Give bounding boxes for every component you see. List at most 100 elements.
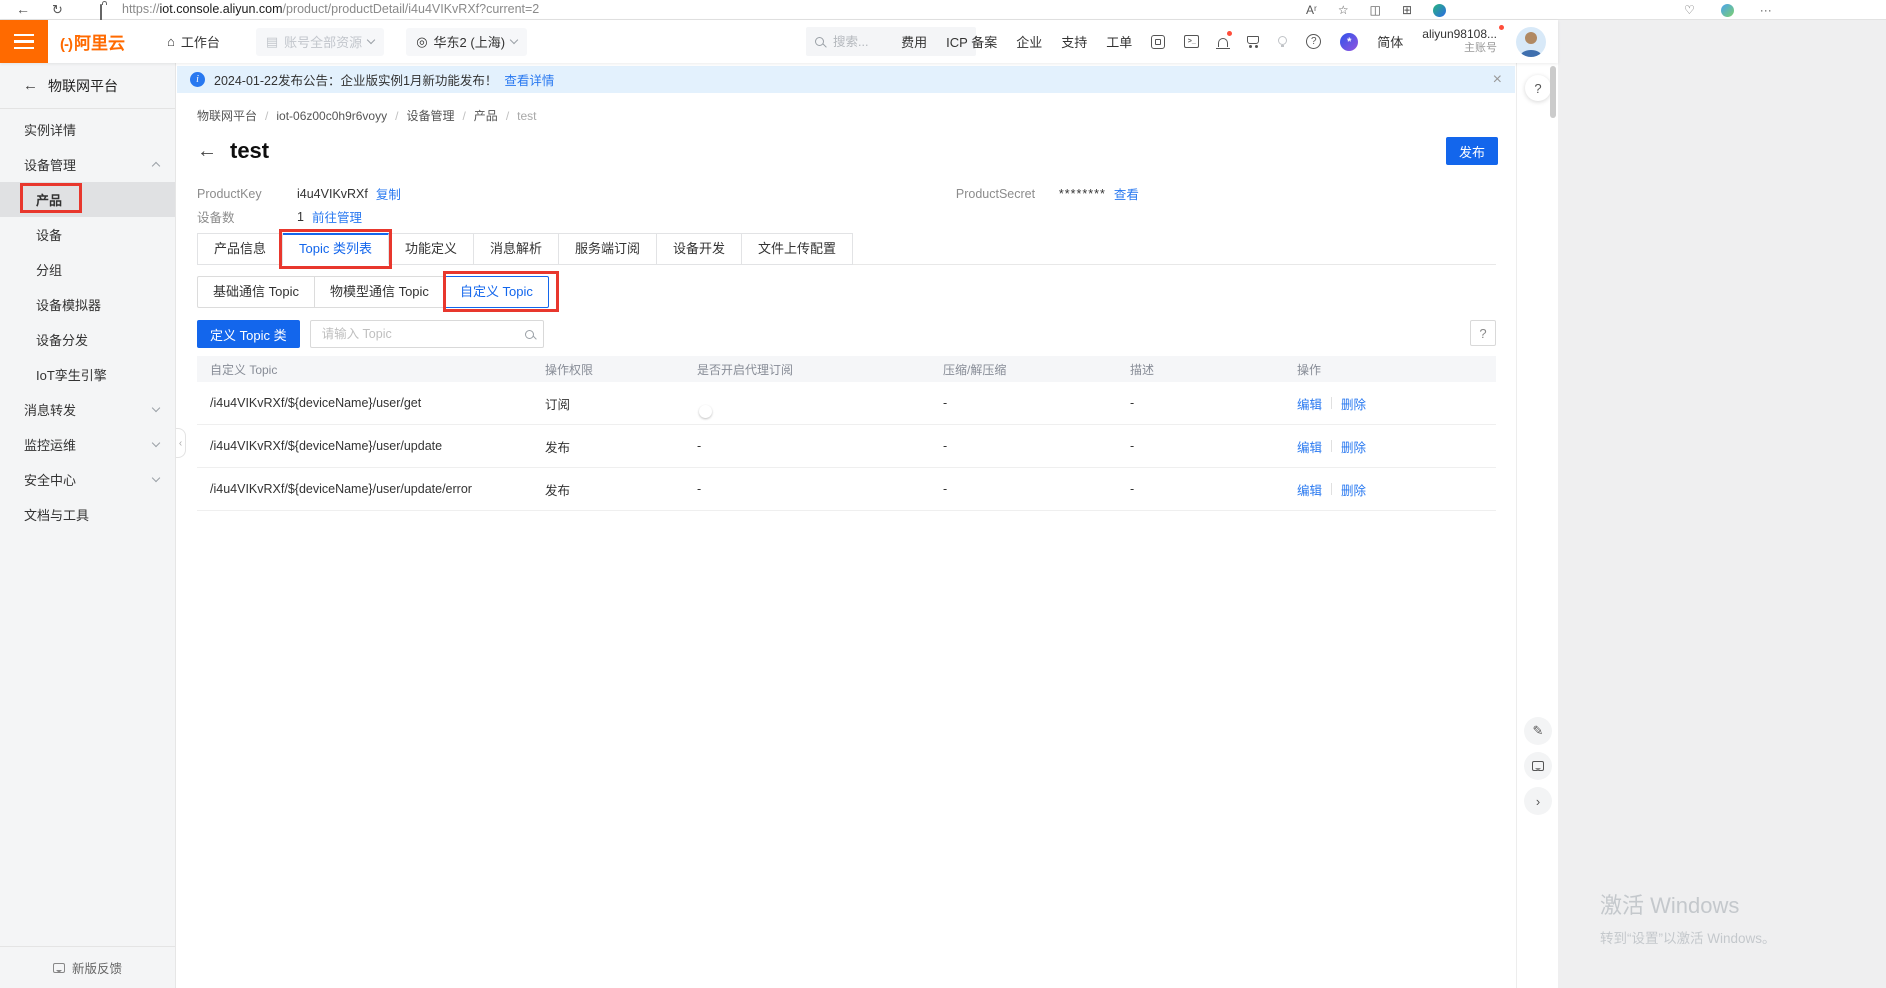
page-back-arrow-icon[interactable]: ← bbox=[197, 140, 217, 163]
delete-link[interactable]: 删除 bbox=[1341, 480, 1366, 499]
breadcrumb-item-0[interactable]: 物联网平台 bbox=[197, 107, 257, 124]
breadcrumb-item-1[interactable]: iot-06z00c0h9r6voyy bbox=[276, 109, 387, 123]
banner-detail-link[interactable]: 查看详情 bbox=[504, 70, 554, 89]
navbar-link-1[interactable]: ICP 备案 bbox=[946, 32, 997, 51]
sidebar-item-message-forwarding[interactable]: 消息转发 bbox=[0, 392, 175, 427]
language-selector[interactable]: 简体 bbox=[1377, 32, 1403, 51]
sidebar-collapse-handle[interactable]: ‹ bbox=[176, 428, 186, 458]
tab-product-info[interactable]: 产品信息 bbox=[197, 233, 283, 265]
api-tools-icon[interactable] bbox=[1151, 35, 1165, 49]
tab-message-parsing[interactable]: 消息解析 bbox=[474, 233, 559, 265]
navbar-link-0[interactable]: 费用 bbox=[901, 32, 927, 51]
account-scope-selector[interactable]: ▤ 账号全部资源 bbox=[256, 28, 384, 56]
tab-label: 消息解析 bbox=[490, 241, 542, 256]
sidebar-item-product[interactable]: 产品 bbox=[0, 182, 175, 217]
topic-search[interactable] bbox=[310, 320, 544, 348]
subtab-model-topic[interactable]: 物模型通信 Topic bbox=[314, 276, 445, 308]
url-domain: iot.console.aliyun.com bbox=[160, 2, 283, 16]
product-secret-value: ******** bbox=[1059, 187, 1106, 201]
compress-cell: - bbox=[943, 396, 1130, 410]
console-navbar: (-) 阿里云 ⌂ 工作台 ▤ 账号全部资源 ◎ 华东2 (上海) 费用I bbox=[0, 20, 1558, 63]
settings-menu-icon[interactable]: ··· bbox=[1760, 3, 1772, 17]
aliyun-logo[interactable]: (-) 阿里云 bbox=[60, 29, 125, 54]
browser-back-icon[interactable]: ← bbox=[16, 0, 30, 20]
device-count-value: 1 bbox=[297, 210, 304, 224]
sidebar-item-group[interactable]: 分组 bbox=[0, 252, 175, 287]
lock-icon[interactable] bbox=[100, 5, 110, 15]
account-scope-label: 账号全部资源 bbox=[284, 32, 362, 51]
permission-cell: 发布 bbox=[545, 480, 697, 499]
tab-topic-list[interactable]: Topic 类列表 bbox=[283, 233, 389, 265]
scrollbar-thumb[interactable] bbox=[1550, 66, 1556, 118]
topic-search-input[interactable] bbox=[320, 326, 525, 342]
sidebar-item-instance-details[interactable]: 实例详情 bbox=[0, 112, 175, 147]
hamburger-menu-icon[interactable] bbox=[0, 20, 48, 63]
help-question-icon[interactable]: ? bbox=[1306, 34, 1321, 49]
navbar-link-3[interactable]: 支持 bbox=[1061, 32, 1087, 51]
expand-arrow-icon[interactable]: › bbox=[1524, 787, 1552, 815]
delete-link[interactable]: 删除 bbox=[1341, 437, 1366, 456]
actions-cell: 编辑删除 bbox=[1297, 480, 1496, 499]
view-secret-link[interactable]: 查看 bbox=[1114, 184, 1139, 203]
manage-devices-link[interactable]: 前往管理 bbox=[312, 207, 362, 226]
chat-feedback-icon[interactable] bbox=[1524, 752, 1552, 780]
sidebar-item-security-center[interactable]: 安全中心 bbox=[0, 462, 175, 497]
tab-device-development[interactable]: 设备开发 bbox=[657, 233, 742, 265]
define-topic-button[interactable]: 定义 Topic 类 bbox=[197, 320, 300, 348]
breadcrumb-item-3[interactable]: 产品 bbox=[474, 107, 498, 124]
notification-bell-icon[interactable] bbox=[1218, 36, 1228, 47]
pencil-icon[interactable]: ✎ bbox=[1524, 717, 1552, 745]
navbar-link-4[interactable]: 工单 bbox=[1106, 32, 1132, 51]
read-aloud-icon[interactable]: Aʳ bbox=[1306, 3, 1317, 17]
collections-icon[interactable]: ⊞ bbox=[1402, 3, 1412, 17]
windows-activation-watermark: 激活 Windows 转到“设置”以激活 Windows。 bbox=[1600, 888, 1776, 947]
publish-button[interactable]: 发布 bbox=[1446, 137, 1498, 165]
browser-refresh-icon[interactable]: ↻ bbox=[52, 0, 63, 20]
lightbulb-icon[interactable] bbox=[1278, 39, 1287, 45]
help-float-button[interactable]: ? bbox=[1525, 75, 1551, 101]
sidebar-item-device-management[interactable]: 设备管理 bbox=[0, 147, 175, 182]
sidebar-item-device[interactable]: 设备 bbox=[0, 217, 175, 252]
cloudshell-terminal-icon[interactable]: >_ bbox=[1184, 35, 1199, 48]
region-selector[interactable]: ◎ 华东2 (上海) bbox=[406, 28, 527, 56]
description-cell: - bbox=[1130, 439, 1297, 453]
tab-server-subscription[interactable]: 服务端订阅 bbox=[559, 233, 657, 265]
tab-label: Topic 类列表 bbox=[299, 241, 372, 256]
sidebar-item-label: 消息转发 bbox=[24, 400, 76, 419]
edit-link[interactable]: 编辑 bbox=[1297, 437, 1322, 456]
shield-extension-icon[interactable] bbox=[1721, 4, 1734, 17]
subtab-custom-topic[interactable]: 自定义 Topic bbox=[444, 276, 549, 308]
extension-icon[interactable] bbox=[1433, 4, 1446, 17]
url-bar[interactable]: https://iot.console.aliyun.com/product/p… bbox=[122, 0, 539, 20]
sidebar-item-iot-twin-engine[interactable]: IoT孪生引擎 bbox=[0, 357, 175, 392]
subtab-basic-topic[interactable]: 基础通信 Topic bbox=[197, 276, 315, 308]
table-help-button[interactable]: ? bbox=[1470, 320, 1496, 346]
navbar-link-2[interactable]: 企业 bbox=[1016, 32, 1042, 51]
edit-link[interactable]: 编辑 bbox=[1297, 394, 1322, 413]
cart-icon[interactable] bbox=[1247, 39, 1259, 44]
sidebar-item-docs-tools[interactable]: 文档与工具 bbox=[0, 497, 175, 532]
split-screen-icon[interactable]: ◫ bbox=[1370, 3, 1381, 17]
breadcrumb-item-2[interactable]: 设备管理 bbox=[406, 107, 454, 124]
assistant-icon[interactable]: * bbox=[1340, 33, 1358, 51]
banner-close-icon[interactable]: × bbox=[1493, 72, 1502, 88]
delete-link[interactable]: 删除 bbox=[1341, 394, 1366, 413]
actions-cell: 编辑删除 bbox=[1297, 394, 1496, 413]
favorite-star-icon[interactable]: ☆ bbox=[1338, 3, 1349, 17]
avatar[interactable] bbox=[1516, 27, 1546, 57]
sidebar-item-device-distribution[interactable]: 设备分发 bbox=[0, 322, 175, 357]
sidebar-item-monitoring-ops[interactable]: 监控运维 bbox=[0, 427, 175, 462]
user-account[interactable]: aliyun98108... 主账号 bbox=[1422, 27, 1497, 56]
sidebar-header[interactable]: ← 物联网平台 bbox=[0, 63, 175, 109]
permission-cell: 订阅 bbox=[545, 394, 697, 413]
edit-link[interactable]: 编辑 bbox=[1297, 480, 1322, 499]
workbench-link[interactable]: ⌂ 工作台 bbox=[167, 32, 220, 51]
search-icon bbox=[525, 330, 534, 339]
sidebar-feedback-button[interactable]: 新版反馈 bbox=[0, 946, 175, 988]
tab-function-definition[interactable]: 功能定义 bbox=[389, 233, 474, 265]
copy-link[interactable]: 复制 bbox=[376, 184, 401, 203]
sidebar-item-device-simulator[interactable]: 设备模拟器 bbox=[0, 287, 175, 322]
tab-file-upload-config[interactable]: 文件上传配置 bbox=[742, 233, 853, 265]
table-row: /i4u4VIKvRXf/${deviceName}/user/update/e… bbox=[197, 468, 1496, 511]
browser-essentials-icon[interactable]: ♡ bbox=[1684, 3, 1695, 17]
